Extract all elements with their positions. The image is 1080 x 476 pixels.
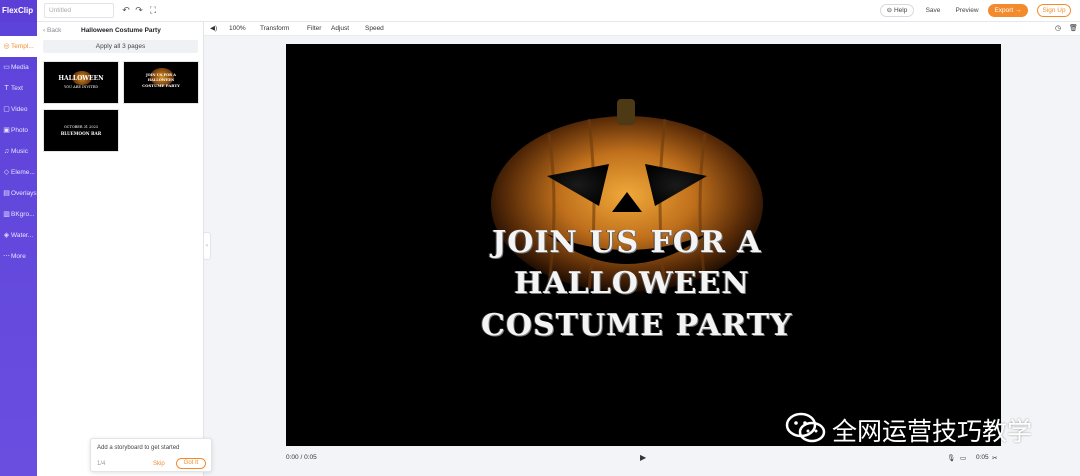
sidebar-item-label: Video xyxy=(11,106,28,113)
more-icon: ⋯ xyxy=(3,253,10,260)
sidebar-item-media[interactable]: ▭Media xyxy=(0,57,37,78)
back-button[interactable]: ‹ Back xyxy=(43,22,61,39)
sidebar-item-label: Text xyxy=(11,85,23,92)
sidebar-item-text[interactable]: T Text xyxy=(0,78,37,99)
thumb-1-subtitle: YOU ARE INVITED xyxy=(63,85,99,89)
mic-icon[interactable]: 🎙 xyxy=(947,454,955,462)
thumb-2-line-2: HALLOWEEN xyxy=(147,78,175,82)
volume-icon[interactable]: ◀) xyxy=(210,22,217,36)
logo: FlexClip xyxy=(0,0,37,22)
sidebar-item-video[interactable]: ▢Video xyxy=(0,99,37,120)
sidebar-item-background[interactable]: ▥BKgro... xyxy=(0,204,37,225)
save-button[interactable]: Save xyxy=(920,4,946,17)
sidebar-item-photo[interactable]: ▣Photo xyxy=(0,120,37,141)
template-thumbnail-3[interactable]: OCTOBER 31 2023 BLUEMOON BAR xyxy=(43,109,119,152)
sidebar-item-element[interactable]: ◇ Eleme... xyxy=(0,162,37,183)
panel-header: ‹ Back Halloween Costume Party xyxy=(37,22,204,39)
transform-button[interactable]: Transform xyxy=(260,22,289,36)
export-button[interactable]: Export → xyxy=(988,4,1028,17)
template-icon: ◎ xyxy=(3,43,10,50)
top-bar: FlexClip Untitled ↶ ↷ ⛶ ⊖ Help Save Prev… xyxy=(0,0,1080,22)
play-icon[interactable]: ▶ xyxy=(640,453,646,462)
tip-got-it-button[interactable]: Got It xyxy=(176,458,206,469)
export-label: Export xyxy=(994,7,1014,14)
thumb-3-date: OCTOBER 31 2023 xyxy=(63,125,99,129)
tip-skip-link[interactable]: Skip xyxy=(153,461,165,467)
sidebar-item-watermark[interactable]: ◈ Water... xyxy=(0,225,37,246)
sidebar-item-label: Water... xyxy=(11,232,34,239)
speed-button[interactable]: Speed xyxy=(365,22,384,36)
element-icon: ◇ xyxy=(3,169,10,176)
edit-toolbar: ◀) 100% Transform Filter Adjust Speed ◷ … xyxy=(204,22,1080,36)
project-title-input[interactable]: Untitled xyxy=(44,3,114,18)
panel-title: Halloween Costume Party xyxy=(81,27,161,34)
template-panel: ‹ Back Halloween Costume Party Apply all… xyxy=(37,22,204,476)
thumb-3-venue: BLUEMOON BAR xyxy=(60,131,102,136)
photo-icon: ▣ xyxy=(3,127,10,134)
wechat-icon xyxy=(785,412,826,443)
redo-icon[interactable]: ↷ xyxy=(134,5,144,15)
thumb-2-line-3: COSTUME PARTY xyxy=(142,83,180,88)
stage-line-2: Halloween xyxy=(514,266,750,301)
sidebar-item-label: BKgro... xyxy=(11,211,35,218)
sidebar-item-label: Eleme... xyxy=(11,169,35,176)
left-sidebar: ◎Templ... ▭Media T Text ▢Video ▣Photo ♫ Music ◇ E… xyxy=(0,22,37,476)
sidebar-item-label: Photo xyxy=(11,127,28,134)
background-icon: ▥ xyxy=(3,211,10,218)
watermark-icon: ◈ xyxy=(3,232,10,239)
stage-line-1: Join us for a xyxy=(492,225,762,260)
pumpkin-image xyxy=(491,99,763,292)
template-thumbnail-1[interactable]: HALLOWEEN YOU ARE INVITED xyxy=(43,61,119,104)
sidebar-item-label: Templ... xyxy=(11,43,34,50)
scissors-icon[interactable]: ✂ xyxy=(992,454,997,462)
template-thumbnail-2[interactable]: JOIN US FOR A HALLOWEEN COSTUME PARTY xyxy=(123,61,199,104)
storyboard-tip: Add a storyboard to get started 1/4 Skip… xyxy=(90,438,212,472)
tip-text: Add a storyboard to get started xyxy=(97,445,180,451)
sidebar-item-label: Music xyxy=(11,148,28,155)
collapse-panel-handle[interactable]: ‹ xyxy=(203,232,211,260)
text-icon: T xyxy=(4,85,9,92)
help-icon: ⊖ xyxy=(886,7,894,14)
undo-icon[interactable]: ↶ xyxy=(121,5,131,15)
help-label: Help xyxy=(893,7,908,14)
sidebar-item-music[interactable]: ♫ Music xyxy=(0,141,37,162)
overlay-icon: ▤ xyxy=(3,190,10,197)
video-canvas[interactable]: Join us for a Halloween Costume Party xyxy=(286,44,1001,446)
sidebar-item-template[interactable]: ◎Templ... xyxy=(0,36,37,57)
trash-icon[interactable]: 🗑 xyxy=(1069,22,1078,36)
duration-readout: 0:05 xyxy=(976,454,989,461)
sidebar-item-label: Media xyxy=(11,64,29,71)
playback-bar: 0:00 / 0:05 ▶ 🎙 ▭ 0:05 ✂ xyxy=(204,449,1080,469)
video-icon: ▢ xyxy=(3,106,10,113)
media-icon: ▭ xyxy=(3,64,10,71)
preview-button[interactable]: Preview xyxy=(951,4,983,17)
help-button[interactable]: ⊖ Help xyxy=(880,4,914,17)
sidebar-item-label: More xyxy=(11,253,26,260)
time-readout: 0:00 / 0:05 xyxy=(286,454,317,461)
wechat-watermark: 全网运营技巧教学 xyxy=(784,410,1054,446)
stage-line-3: Costume Party xyxy=(481,308,793,343)
music-icon: ♫ xyxy=(3,148,10,155)
filter-button[interactable]: Filter xyxy=(307,22,321,36)
tip-step-count: 1/4 xyxy=(97,461,106,467)
watermark-text: 全网运营技巧教学 xyxy=(832,417,1033,446)
adjust-button[interactable]: Adjust xyxy=(331,22,349,36)
apply-all-button[interactable]: Apply all 3 pages xyxy=(43,40,198,53)
clock-icon[interactable]: ◷ xyxy=(1055,22,1061,36)
caption-icon[interactable]: ▭ xyxy=(960,454,966,462)
fullscreen-icon[interactable]: ⛶ xyxy=(148,5,158,15)
zoom-level[interactable]: 100% xyxy=(229,22,246,36)
sidebar-item-more[interactable]: ⋯More xyxy=(0,246,37,267)
sidebar-item-overlay[interactable]: ▤Overlays xyxy=(0,183,37,204)
thumb-2-line-1: JOIN US FOR A xyxy=(146,73,176,77)
sidebar-item-label: Overlays xyxy=(11,190,37,197)
thumb-1-title: HALLOWEEN xyxy=(58,75,104,82)
back-label: Back xyxy=(46,27,62,34)
arrow-right-icon: → xyxy=(1013,7,1022,14)
signup-button[interactable]: Sign Up xyxy=(1037,4,1071,17)
